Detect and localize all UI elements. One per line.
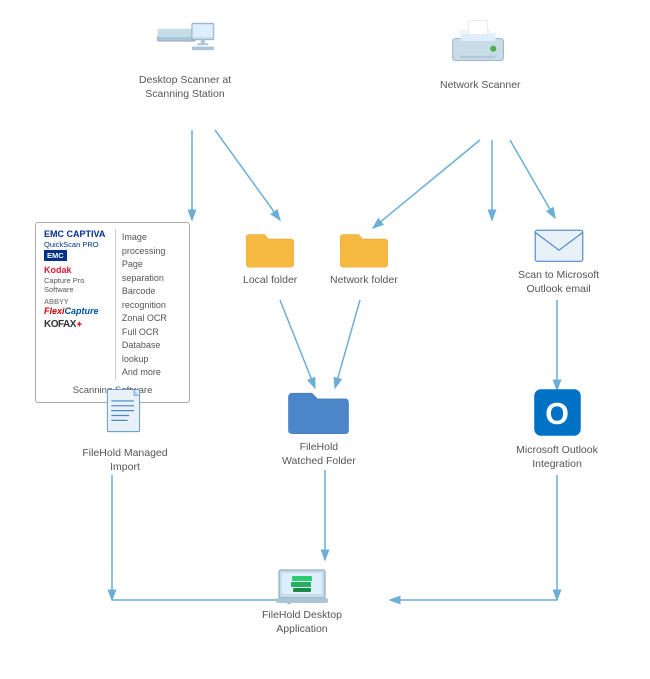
email-icon bbox=[533, 225, 585, 265]
filehold-managed-import-label: FileHold Managed Import bbox=[70, 447, 180, 474]
ms-outlook-label: Microsoft Outlook Integration bbox=[502, 444, 612, 471]
filehold-watched-folder-node: FileHoldWatched Folder bbox=[282, 385, 356, 468]
watched-folder-icon bbox=[286, 385, 351, 437]
local-folder-label: Local folder bbox=[243, 274, 297, 288]
document-icon bbox=[103, 388, 148, 443]
scanning-software-box: EMC CAPTIVA QuickScan PRO EMC Kodak Capt… bbox=[35, 222, 190, 403]
ms-outlook-node: O Microsoft Outlook Integration bbox=[502, 385, 612, 471]
outlook-icon: O bbox=[530, 385, 585, 440]
features-list: Image processing Page separation Barcode… bbox=[116, 229, 181, 380]
filehold-desktop-node: FileHold DesktopApplication bbox=[262, 560, 342, 636]
diagram-container: Desktop Scanner at Scanning Station Netw… bbox=[0, 0, 650, 679]
scan-to-email-node: Scan to MicrosoftOutlook email bbox=[518, 225, 599, 296]
svg-text:O: O bbox=[545, 397, 569, 431]
filehold-watched-folder-label: FileHoldWatched Folder bbox=[282, 441, 356, 468]
filehold-desktop-label: FileHold DesktopApplication bbox=[262, 609, 342, 636]
network-folder-node: Network folder bbox=[330, 228, 398, 288]
local-folder-node: Local folder bbox=[243, 228, 297, 288]
desktop-scanner-node: Desktop Scanner at Scanning Station bbox=[130, 15, 240, 101]
scan-to-email-label: Scan to MicrosoftOutlook email bbox=[518, 269, 599, 296]
network-scanner-icon bbox=[445, 10, 515, 75]
network-folder-icon bbox=[338, 228, 390, 270]
filehold-desktop-icon bbox=[274, 560, 329, 605]
local-folder-icon bbox=[244, 228, 296, 270]
network-scanner-node: Network Scanner bbox=[440, 10, 521, 93]
desktop-scanner-label: Desktop Scanner at Scanning Station bbox=[130, 74, 240, 101]
network-folder-label: Network folder bbox=[330, 274, 398, 288]
filehold-managed-import-node: FileHold Managed Import bbox=[70, 388, 180, 474]
network-scanner-label: Network Scanner bbox=[440, 79, 521, 93]
desktop-scanner-icon bbox=[150, 15, 220, 70]
